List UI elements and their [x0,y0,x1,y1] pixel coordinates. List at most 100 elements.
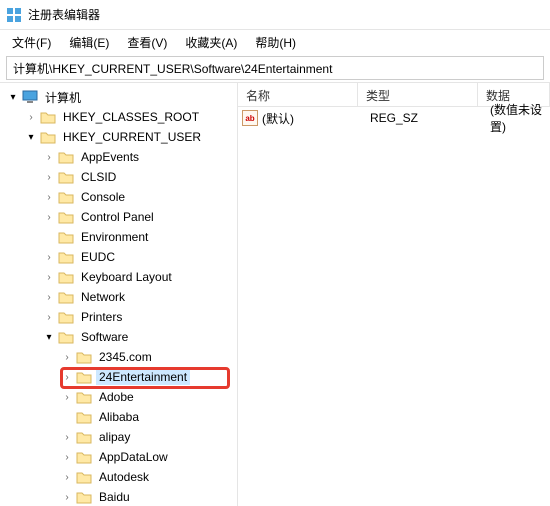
tree-console[interactable]: › Console [0,187,237,207]
chevron-right-icon[interactable]: › [60,430,74,444]
tree-alipay[interactable]: › alipay [0,427,237,447]
address-text: 计算机\HKEY_CURRENT_USER\Software\24Enterta… [13,60,332,77]
menu-edit[interactable]: 编辑(E) [61,32,117,53]
address-bar[interactable]: 计算机\HKEY_CURRENT_USER\Software\24Enterta… [6,56,544,80]
tree-label: Console [78,189,128,205]
folder-icon [58,210,74,224]
tree-label: CLSID [78,169,119,185]
folder-icon [58,270,74,284]
folder-icon [58,330,74,344]
tree-baidu[interactable]: › Baidu [0,487,237,506]
tree-label: 2345.com [96,349,155,365]
folder-icon [40,130,56,144]
chevron-down-icon[interactable]: ▾ [42,330,56,344]
tree-alibaba[interactable]: Alibaba [0,407,237,427]
chevron-right-icon[interactable]: › [42,210,56,224]
tree-label: alipay [96,429,133,445]
tree-adobe[interactable]: › Adobe [0,387,237,407]
folder-icon [58,150,74,164]
tree-label: Baidu [96,489,133,505]
chevron-right-icon[interactable]: › [24,110,38,124]
folder-icon [76,470,92,484]
tree-label: Autodesk [96,469,152,485]
tree-printers[interactable]: › Printers [0,307,237,327]
chevron-right-icon[interactable]: › [42,250,56,264]
main-area: ▾ 计算机 › HKEY_CLASSES_ROOT ▾ HKEY_CURRENT… [0,82,550,506]
tree-label: AppDataLow [96,449,171,465]
chevron-right-icon[interactable]: › [60,350,74,364]
value-data: (数值未设置) [482,101,546,135]
chevron-right-icon[interactable]: › [42,190,56,204]
tree-24entertainment[interactable]: ›24Entertainment [0,367,237,387]
tree-label: Control Panel [78,209,157,225]
folder-icon [40,110,56,124]
folder-icon [76,370,92,384]
chevron-right-icon[interactable]: › [60,470,74,484]
menubar: 文件(F) 编辑(E) 查看(V) 收藏夹(A) 帮助(H) [0,30,550,54]
tree-label: Keyboard Layout [78,269,175,285]
tree-clsid[interactable]: › CLSID [0,167,237,187]
menu-favorites[interactable]: 收藏夹(A) [177,32,245,53]
folder-icon [76,490,92,504]
tree-network[interactable]: › Network [0,287,237,307]
tree-appdatalow[interactable]: › AppDataLow [0,447,237,467]
tree-pane[interactable]: ▾ 计算机 › HKEY_CLASSES_ROOT ▾ HKEY_CURRENT… [0,83,238,506]
chevron-right-icon[interactable]: › [60,390,74,404]
list-pane[interactable]: 名称 类型 数据 ab (默认) REG_SZ (数值未设置) [238,83,550,506]
chevron-right-icon[interactable]: › [42,170,56,184]
window-title: 注册表编辑器 [28,6,100,23]
chevron-right-icon[interactable]: › [42,150,56,164]
chevron-right-icon[interactable]: › [42,290,56,304]
folder-icon [76,430,92,444]
chevron-right-icon[interactable]: › [60,370,74,384]
folder-icon [58,170,74,184]
chevron-right-icon[interactable]: › [42,310,56,324]
folder-icon [76,390,92,404]
menu-view[interactable]: 查看(V) [119,32,175,53]
regedit-icon [6,7,22,23]
chevron-down-icon[interactable]: ▾ [6,90,20,104]
folder-icon [58,230,74,244]
tree-eudc[interactable]: › EUDC [0,247,237,267]
tree-label: Environment [78,229,151,245]
col-header-name[interactable]: 名称 [238,83,358,106]
spacer [60,410,74,424]
list-row[interactable]: ab (默认) REG_SZ (数值未设置) [238,107,550,129]
folder-icon [58,190,74,204]
tree-appevents[interactable]: › AppEvents [0,147,237,167]
computer-icon [22,90,38,104]
tree-label: Alibaba [96,409,142,425]
tree-keyboard[interactable]: › Keyboard Layout [0,267,237,287]
chevron-down-icon[interactable]: ▾ [24,130,38,144]
tree-label: Printers [78,309,125,325]
tree-controlpanel[interactable]: › Control Panel [0,207,237,227]
chevron-right-icon[interactable]: › [60,450,74,464]
folder-icon [76,350,92,364]
menu-file[interactable]: 文件(F) [4,32,59,53]
col-header-type[interactable]: 类型 [358,83,478,106]
tree-autodesk[interactable]: › Autodesk [0,467,237,487]
folder-icon [58,310,74,324]
tree-root[interactable]: ▾ 计算机 [0,87,237,107]
tree-hkcr[interactable]: › HKEY_CLASSES_ROOT [0,107,237,127]
string-value-icon: ab [242,110,258,126]
value-type: REG_SZ [362,111,482,125]
value-name: (默认) [262,110,294,127]
titlebar: 注册表编辑器 [0,0,550,30]
chevron-right-icon[interactable]: › [42,270,56,284]
spacer [42,230,56,244]
tree-label: EUDC [78,249,118,265]
tree-2345[interactable]: › 2345.com [0,347,237,367]
tree-label: Network [78,289,128,305]
tree-label: HKEY_CLASSES_ROOT [60,109,202,125]
tree-environment[interactable]: Environment [0,227,237,247]
folder-icon [58,290,74,304]
tree-label: Adobe [96,389,137,405]
tree-label: AppEvents [78,149,142,165]
tree-label: Software [78,329,131,345]
tree-hkcu[interactable]: ▾ HKEY_CURRENT_USER [0,127,237,147]
tree-software[interactable]: ▾ Software [0,327,237,347]
folder-icon [58,250,74,264]
chevron-right-icon[interactable]: › [60,490,74,504]
menu-help[interactable]: 帮助(H) [247,32,304,53]
